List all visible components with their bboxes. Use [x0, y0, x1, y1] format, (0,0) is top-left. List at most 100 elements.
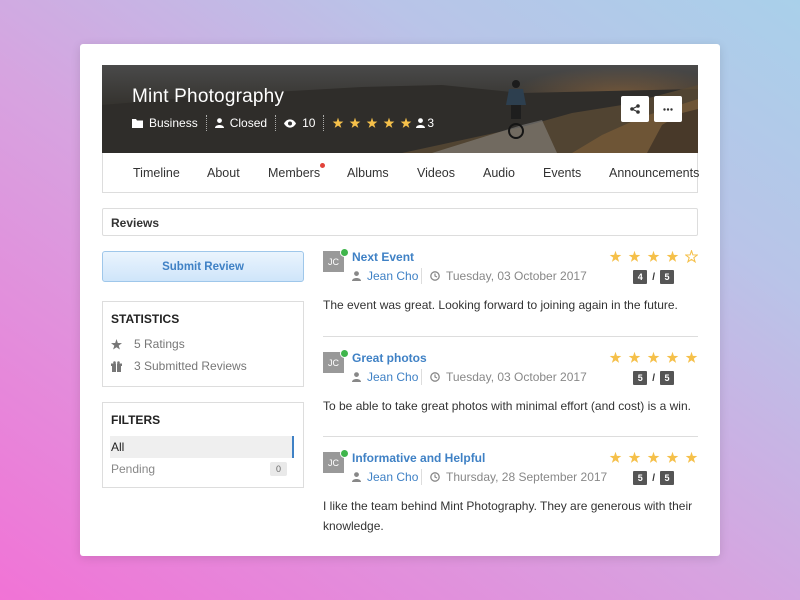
- filter-pending[interactable]: Pending 0: [110, 458, 294, 480]
- star-empty-icon: [685, 250, 698, 263]
- star-filled-icon: [333, 117, 344, 128]
- clock-icon: [430, 472, 440, 482]
- score-value: 5: [633, 471, 648, 485]
- group-card: Mint Photography Business Closed 10 3 Ti…: [80, 44, 720, 556]
- review-title[interactable]: Great photos: [352, 351, 427, 365]
- review-rating-stars: [609, 451, 698, 464]
- score-slash: /: [652, 271, 655, 283]
- pending-count-badge: 0: [269, 462, 287, 476]
- review-date-text: Tuesday, 03 October 2017: [446, 370, 587, 384]
- star-filled-icon: [609, 250, 622, 262]
- review-date-text: Tuesday, 03 October 2017: [446, 269, 587, 283]
- star-filled-icon: [666, 250, 679, 262]
- more-options-button[interactable]: [654, 96, 682, 122]
- tab-timeline[interactable]: Timeline: [133, 166, 180, 180]
- ratings-stat: 5 Ratings: [111, 337, 185, 351]
- user-icon: [416, 118, 426, 128]
- category-label: Business: [149, 116, 198, 130]
- star-filled-icon: [401, 117, 412, 128]
- meta-divider: [421, 369, 422, 385]
- review-item: JC Next Event Jean Cho Tuesday, 03 Octob…: [323, 248, 698, 331]
- score-value: 5: [633, 371, 648, 385]
- review-author[interactable]: Jean Cho: [352, 269, 418, 283]
- group-title: Mint Photography: [132, 86, 285, 107]
- review-rating-stars: [609, 250, 698, 263]
- notification-dot: [320, 163, 325, 168]
- review-date: Tuesday, 03 October 2017: [430, 269, 587, 283]
- review-score: 5 / 5: [633, 371, 674, 385]
- star-filled-icon: [685, 451, 698, 463]
- statistics-title: STATISTICS: [111, 312, 180, 326]
- user-icon: [352, 472, 361, 482]
- score-slash: /: [652, 472, 655, 484]
- star-filled-icon: [628, 451, 641, 463]
- review-title[interactable]: Informative and Helpful: [352, 451, 485, 465]
- star-filled-icon: [609, 451, 622, 463]
- star-filled-icon: [609, 351, 622, 363]
- star-filled-icon: [666, 351, 679, 363]
- review-author[interactable]: Jean Cho: [352, 470, 418, 484]
- review-divider: [323, 436, 698, 437]
- review-date-text: Thursday, 28 September 2017: [446, 470, 608, 484]
- score-slash: /: [652, 372, 655, 384]
- ratings-count-label: 5 Ratings: [134, 337, 185, 351]
- review-date: Thursday, 28 September 2017: [430, 470, 607, 484]
- review-body: To be able to take great photos with min…: [323, 399, 691, 413]
- review-author-name: Jean Cho: [367, 370, 419, 384]
- review-item: JC Informative and Helpful Jean Cho Thur…: [323, 449, 698, 544]
- views-meta: 10: [275, 115, 323, 131]
- cover-photo: Mint Photography Business Closed 10 3: [102, 65, 698, 153]
- folder-icon: [132, 119, 143, 128]
- share-icon: [630, 104, 640, 114]
- review-author-name: Jean Cho: [367, 470, 419, 484]
- privacy-meta: Closed: [205, 115, 275, 131]
- tab-about[interactable]: About: [207, 166, 240, 180]
- tab-albums[interactable]: Albums: [347, 166, 389, 180]
- submit-review-button[interactable]: Submit Review: [102, 251, 304, 282]
- meta-divider: [421, 469, 422, 485]
- user-icon: [352, 372, 361, 382]
- ellipsis-icon: [663, 107, 673, 111]
- score-max: 5: [660, 270, 674, 284]
- submitted-reviews-label: 3 Submitted Reviews: [134, 359, 247, 373]
- category-meta[interactable]: Business: [132, 115, 206, 131]
- online-indicator: [340, 449, 349, 458]
- tab-videos[interactable]: Videos: [417, 166, 455, 180]
- user-icon: [352, 271, 361, 281]
- review-score: 4 / 5: [633, 270, 674, 284]
- review-body: The event was great. Looking forward to …: [323, 298, 678, 312]
- cover-rating-stars: [332, 117, 412, 129]
- review-title[interactable]: Next Event: [352, 250, 414, 264]
- star-filled-icon: [628, 250, 641, 262]
- tab-members[interactable]: Members: [268, 166, 320, 180]
- reviews-header: Reviews: [102, 208, 698, 236]
- online-indicator: [340, 349, 349, 358]
- submitted-reviews-stat: 3 Submitted Reviews: [111, 359, 247, 373]
- review-score: 5 / 5: [633, 471, 674, 485]
- review-author[interactable]: Jean Cho: [352, 370, 418, 384]
- tab-announcements[interactable]: Announcements: [609, 166, 699, 180]
- gift-icon: [111, 360, 122, 372]
- score-max: 5: [660, 471, 674, 485]
- review-rating-stars: [609, 351, 698, 364]
- filter-all[interactable]: All: [110, 436, 294, 458]
- meta-divider: [421, 268, 422, 284]
- statistics-panel: STATISTICS 5 Ratings 3 Submitted Reviews: [102, 301, 304, 387]
- share-button[interactable]: [621, 96, 649, 122]
- rating-meta: 3: [323, 115, 442, 131]
- review-divider: [323, 336, 698, 337]
- star-filled-icon: [350, 117, 361, 128]
- star-icon: [111, 338, 122, 350]
- filters-title: FILTERS: [111, 413, 161, 427]
- clock-icon: [430, 271, 440, 281]
- score-value: 4: [633, 270, 648, 284]
- tab-audio[interactable]: Audio: [483, 166, 515, 180]
- user-icon: [214, 118, 224, 128]
- star-filled-icon: [647, 451, 660, 463]
- star-filled-icon: [647, 250, 660, 262]
- group-tabs: Timeline About Members Albums Videos Aud…: [102, 153, 699, 193]
- online-indicator: [340, 248, 349, 257]
- review-date: Tuesday, 03 October 2017: [430, 370, 587, 384]
- tab-events[interactable]: Events: [543, 166, 581, 180]
- star-filled-icon: [666, 451, 679, 463]
